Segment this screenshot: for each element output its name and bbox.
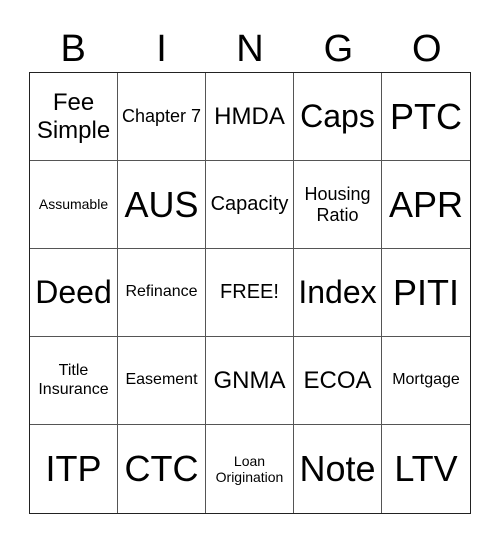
bingo-grid: Fee Simple Chapter 7 HMDA Caps PTC Assum…: [29, 72, 471, 514]
bingo-cell[interactable]: Assumable: [30, 161, 118, 249]
header-letter-b: B: [60, 28, 86, 70]
header-letter-i: I: [156, 28, 167, 70]
bingo-header: B I N G O: [29, 26, 471, 72]
bingo-cell[interactable]: Capacity: [206, 161, 294, 249]
bingo-cell[interactable]: AUS: [118, 161, 206, 249]
bingo-cell[interactable]: Refinance: [118, 249, 206, 337]
bingo-cell[interactable]: Easement: [118, 337, 206, 425]
header-letter-g: G: [323, 28, 354, 70]
bingo-cell[interactable]: Fee Simple: [30, 73, 118, 161]
header-letter-n: N: [236, 28, 264, 70]
bingo-cell[interactable]: Mortgage: [382, 337, 470, 425]
bingo-cell[interactable]: GNMA: [206, 337, 294, 425]
bingo-cell[interactable]: ECOA: [294, 337, 382, 425]
bingo-cell[interactable]: Title Insurance: [30, 337, 118, 425]
bingo-cell[interactable]: PITI: [382, 249, 470, 337]
bingo-cell[interactable]: Housing Ratio: [294, 161, 382, 249]
bingo-cell[interactable]: LTV: [382, 425, 470, 513]
header-letter-o: O: [411, 28, 442, 70]
bingo-cell[interactable]: PTC: [382, 73, 470, 161]
bingo-cell[interactable]: Loan Origination: [206, 425, 294, 513]
bingo-cell[interactable]: APR: [382, 161, 470, 249]
bingo-cell[interactable]: ITP: [30, 425, 118, 513]
bingo-cell[interactable]: CTC: [118, 425, 206, 513]
free-space-cell[interactable]: FREE!: [206, 249, 294, 337]
bingo-cell[interactable]: Note: [294, 425, 382, 513]
bingo-cell[interactable]: Index: [294, 249, 382, 337]
bingo-cell[interactable]: Caps: [294, 73, 382, 161]
bingo-cell[interactable]: HMDA: [206, 73, 294, 161]
bingo-cell[interactable]: Deed: [30, 249, 118, 337]
bingo-cell[interactable]: Chapter 7: [118, 73, 206, 161]
